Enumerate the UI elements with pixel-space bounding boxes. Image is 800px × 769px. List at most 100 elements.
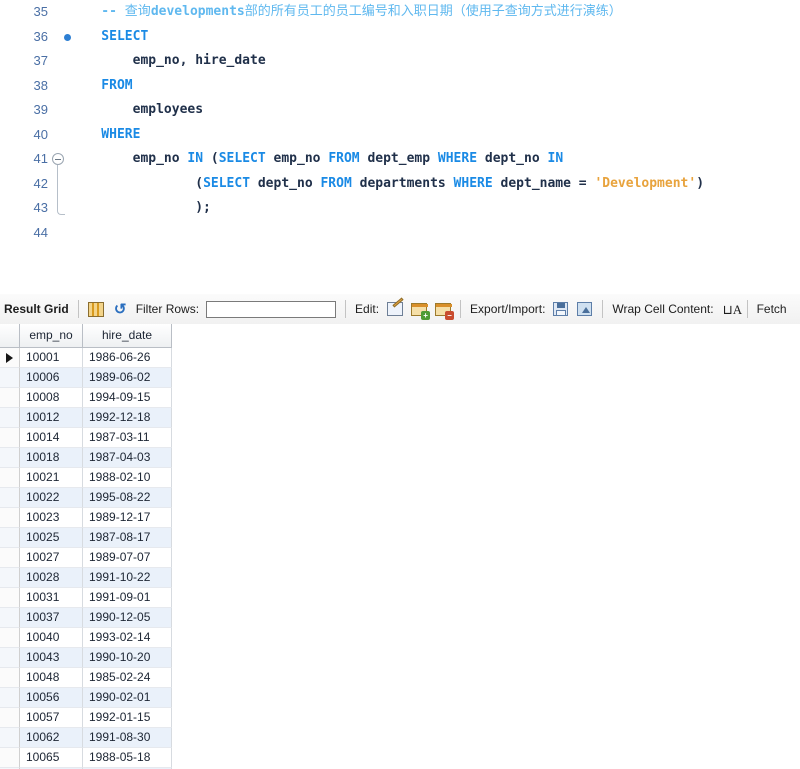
table-cell[interactable]: 10008 (20, 388, 83, 408)
row-selector[interactable] (0, 608, 20, 628)
row-selector[interactable] (0, 368, 20, 388)
refresh-icon[interactable]: ↺ (110, 299, 130, 319)
table-cell[interactable]: 1995-08-22 (83, 488, 172, 508)
table-row[interactable]: 10028 1991-10-22 (0, 568, 800, 588)
insert-row-icon[interactable]: + (409, 299, 431, 320)
table-row[interactable]: 10008 1994-09-15 (0, 388, 800, 408)
table-cell[interactable]: 1987-03-11 (83, 428, 172, 448)
table-cell[interactable]: 10025 (20, 528, 83, 548)
table-row[interactable]: 10014 1987-03-11 (0, 428, 800, 448)
code-line[interactable]: 37 emp_no, hire_date (0, 49, 800, 74)
table-row[interactable]: 10018 1987-04-03 (0, 448, 800, 468)
row-selector[interactable] (0, 408, 20, 428)
table-cell[interactable]: 10048 (20, 668, 83, 688)
filter-rows-input[interactable] (206, 300, 337, 318)
table-cell[interactable]: 10065 (20, 748, 83, 768)
table-cell[interactable]: 1990-02-01 (83, 688, 172, 708)
table-cell[interactable]: 10018 (20, 448, 83, 468)
row-selector[interactable] (0, 588, 20, 608)
row-selector[interactable] (0, 468, 20, 488)
table-cell[interactable]: 10001 (20, 348, 83, 368)
table-cell[interactable]: 10037 (20, 608, 83, 628)
table-cell[interactable]: 1989-12-17 (83, 508, 172, 528)
table-row[interactable]: 10025 1987-08-17 (0, 528, 800, 548)
table-cell[interactable]: 1986-06-26 (83, 348, 172, 368)
row-selector[interactable] (0, 668, 20, 688)
row-selector[interactable] (0, 488, 20, 508)
table-row[interactable]: 10006 1989-06-02 (0, 368, 800, 388)
column-header[interactable]: hire_date (83, 324, 172, 348)
row-selector[interactable] (0, 748, 20, 768)
table-row[interactable]: 10021 1988-02-10 (0, 468, 800, 488)
import-recordset-icon[interactable] (575, 299, 595, 319)
table-row[interactable]: 10056 1990-02-01 (0, 688, 800, 708)
code-line[interactable]: 39 employees (0, 98, 800, 123)
table-row[interactable]: 10043 1990-10-20 (0, 648, 800, 668)
table-row[interactable]: 10022 1995-08-22 (0, 488, 800, 508)
table-cell[interactable]: 10012 (20, 408, 83, 428)
table-cell[interactable]: 10040 (20, 628, 83, 648)
table-row[interactable]: 10062 1991-08-30 (0, 728, 800, 748)
table-cell[interactable]: 10021 (20, 468, 83, 488)
table-cell[interactable]: 1994-09-15 (83, 388, 172, 408)
table-cell[interactable]: 1988-02-10 (83, 468, 172, 488)
table-cell[interactable]: 1991-08-30 (83, 728, 172, 748)
table-cell[interactable]: 1992-01-15 (83, 708, 172, 728)
code-line[interactable]: 35 -- 查询developments部的所有员工的员工编号和入职日期（使用子… (0, 0, 800, 25)
table-cell[interactable]: 1991-10-22 (83, 568, 172, 588)
row-selector[interactable] (0, 388, 20, 408)
row-selector[interactable] (0, 528, 20, 548)
table-row[interactable]: 10001 1986-06-26 (0, 348, 800, 368)
code-line[interactable]: 38 FROM (0, 74, 800, 99)
table-cell[interactable]: 10006 (20, 368, 83, 388)
current-row-indicator-icon[interactable] (0, 348, 20, 368)
code-line[interactable]: 40 WHERE (0, 123, 800, 148)
table-cell[interactable]: 1987-08-17 (83, 528, 172, 548)
row-selector[interactable] (0, 728, 20, 748)
table-cell[interactable]: 10062 (20, 728, 83, 748)
code-line[interactable]: 42 (SELECT dept_no FROM departments WHER… (0, 172, 800, 197)
table-cell[interactable]: 10028 (20, 568, 83, 588)
delete-row-icon[interactable]: – (433, 299, 455, 320)
table-cell[interactable]: 1989-07-07 (83, 548, 172, 568)
result-grid[interactable]: emp_no hire_date 10001 1986-06-26 10006 1989-… (0, 324, 800, 769)
wrap-cell-icon[interactable]: ⊔A (720, 299, 743, 319)
table-row[interactable]: 10065 1988-05-18 (0, 748, 800, 768)
row-selector[interactable] (0, 688, 20, 708)
row-selector[interactable] (0, 548, 20, 568)
column-header[interactable]: emp_no (20, 324, 83, 348)
table-row[interactable]: 10057 1992-01-15 (0, 708, 800, 728)
row-selector[interactable] (0, 428, 20, 448)
table-row[interactable]: 10040 1993-02-14 (0, 628, 800, 648)
fold-collapse-icon[interactable] (52, 153, 64, 165)
table-cell[interactable]: 1987-04-03 (83, 448, 172, 468)
row-selector[interactable] (0, 648, 20, 668)
table-cell[interactable]: 10031 (20, 588, 83, 608)
table-cell[interactable]: 10023 (20, 508, 83, 528)
table-cell[interactable]: 1988-05-18 (83, 748, 172, 768)
table-cell[interactable]: 10043 (20, 648, 83, 668)
grid-view-icon[interactable] (86, 299, 106, 319)
code-line[interactable]: 44 (0, 221, 800, 246)
table-cell[interactable]: 10027 (20, 548, 83, 568)
table-cell[interactable]: 10022 (20, 488, 83, 508)
table-cell[interactable]: 1985-02-24 (83, 668, 172, 688)
row-selector[interactable] (0, 508, 20, 528)
table-cell[interactable]: 1990-10-20 (83, 648, 172, 668)
table-cell[interactable]: 1990-12-05 (83, 608, 172, 628)
code-line[interactable]: 41 emp_no IN (SELECT emp_no FROM dept_em… (0, 147, 800, 215)
table-cell[interactable]: 1993-02-14 (83, 628, 172, 648)
table-cell[interactable]: 10057 (20, 708, 83, 728)
row-selector[interactable] (0, 568, 20, 588)
table-cell[interactable]: 10014 (20, 428, 83, 448)
table-row[interactable]: 10012 1992-12-18 (0, 408, 800, 428)
table-cell[interactable]: 10056 (20, 688, 83, 708)
row-selector[interactable] (0, 448, 20, 468)
table-cell[interactable]: 1991-09-01 (83, 588, 172, 608)
table-row[interactable]: 10031 1991-09-01 (0, 588, 800, 608)
table-row[interactable]: 10027 1989-07-07 (0, 548, 800, 568)
row-selector[interactable] (0, 628, 20, 648)
sql-editor[interactable]: 35 -- 查询developments部的所有员工的员工编号和入职日期（使用子… (0, 0, 800, 262)
table-cell[interactable]: 1992-12-18 (83, 408, 172, 428)
table-row[interactable]: 10037 1990-12-05 (0, 608, 800, 628)
